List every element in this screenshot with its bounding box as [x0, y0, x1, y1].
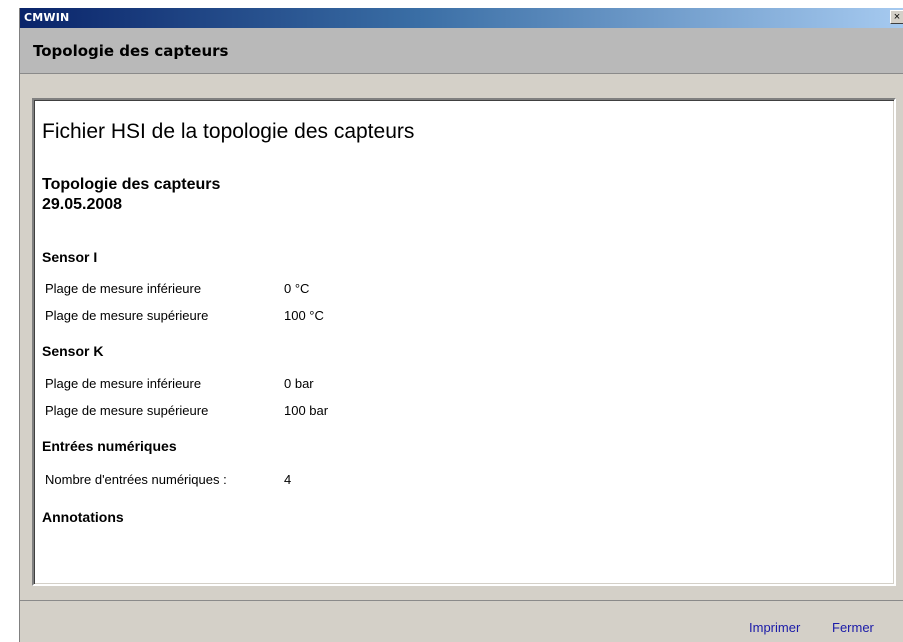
row-value: 0 °C [284, 281, 310, 296]
report-panel[interactable]: Fichier HSI de la topologie des capteurs… [32, 98, 896, 586]
row-label: Plage de mesure supérieure [45, 308, 209, 323]
row-label: Plage de mesure supérieure [45, 403, 209, 418]
row-value: 0 bar [284, 376, 314, 391]
cmwin-window: CMWIN × Topologie des capteurs Fichier H… [0, 0, 903, 642]
section-title-digital-inputs: Entrées numériques [42, 438, 177, 454]
report-date: 29.05.2008 [42, 196, 123, 213]
row-value: 100 °C [284, 308, 324, 323]
title-bar[interactable]: CMWIN × [20, 8, 903, 28]
section-title-sensor-i: Sensor I [42, 249, 98, 265]
close-link[interactable]: Fermer [832, 620, 874, 635]
report-subtitle: Topologie des capteurs 29.05.2008 [42, 175, 220, 215]
print-link[interactable]: Imprimer [749, 620, 800, 635]
content-area: Fichier HSI de la topologie des capteurs… [20, 74, 903, 600]
row-value: 100 bar [284, 403, 329, 418]
row-label: Nombre d'entrées numériques : [45, 472, 227, 487]
dialog-frame: CMWIN × Topologie des capteurs Fichier H… [19, 8, 903, 642]
window-title: CMWIN [24, 11, 70, 24]
page-title: Topologie des capteurs [33, 42, 229, 60]
report-subtitle-title: Topologie des capteurs [42, 176, 221, 193]
page-header: Topologie des capteurs [20, 28, 903, 74]
row-value: 4 [284, 472, 292, 487]
report-heading: Fichier HSI de la topologie des capteurs [42, 120, 415, 143]
row-label: Plage de mesure inférieure [45, 376, 202, 391]
bottom-toolbar: Imprimer Fermer [20, 600, 903, 642]
section-title-sensor-k: Sensor K [42, 343, 104, 359]
section-title-annotations: Annotations [42, 509, 124, 525]
close-icon[interactable]: × [890, 10, 903, 24]
row-label: Plage de mesure inférieure [45, 281, 202, 296]
